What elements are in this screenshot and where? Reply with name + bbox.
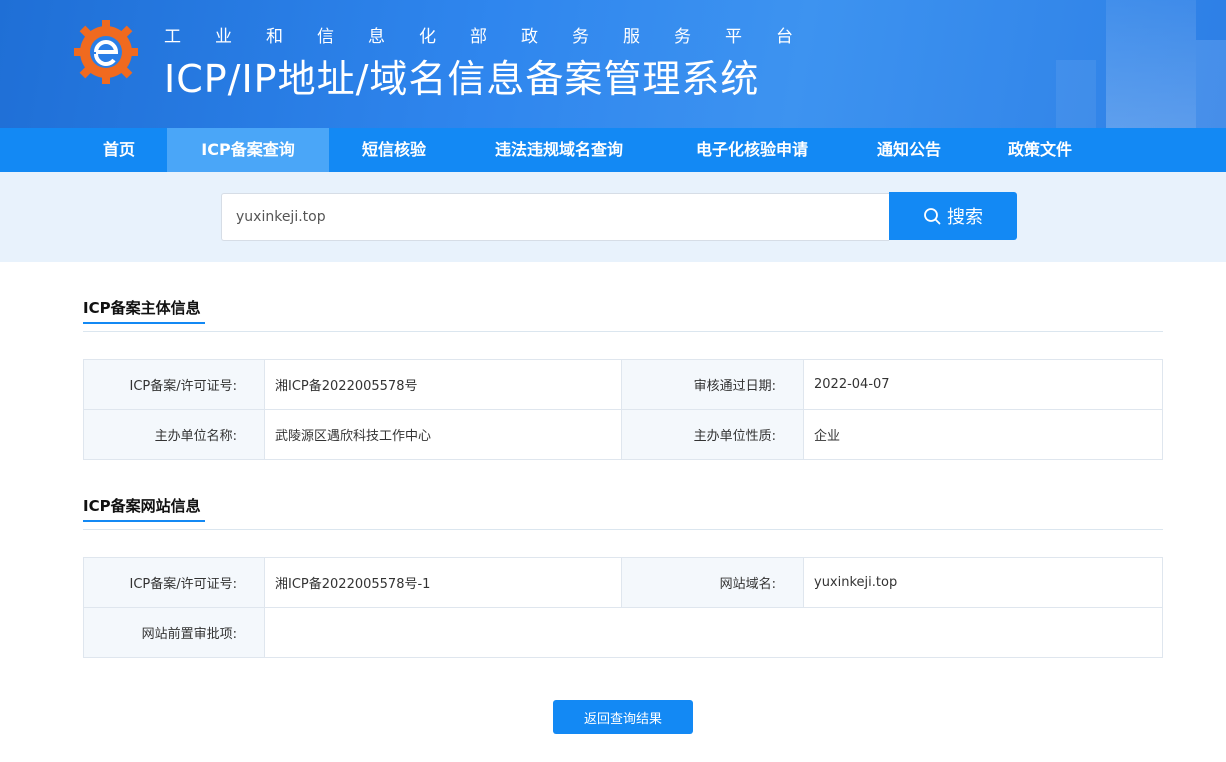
nav-item-policies[interactable]: 政策文件 <box>993 128 1087 172</box>
table-row: ICP备案/许可证号: 湘ICP备2022005578号 审核通过日期: 202… <box>83 359 1163 410</box>
banner-decoration <box>1106 0 1196 128</box>
back-to-results-button[interactable]: 返回查询结果 <box>553 700 693 734</box>
subject-info-table: ICP备案/许可证号: 湘ICP备2022005578号 审核通过日期: 202… <box>83 359 1163 460</box>
page-title: ICP/IP地址/域名信息备案管理系统 <box>164 57 760 101</box>
search-band: 搜索 <box>0 172 1226 262</box>
preapproval-label: 网站前置审批项: <box>83 607 265 658</box>
banner-decoration <box>1196 40 1226 128</box>
section-divider <box>83 331 1163 332</box>
section-divider <box>83 529 1163 530</box>
table-row: 网站前置审批项: <box>83 607 1163 658</box>
site-info-title: ICP备案网站信息 <box>83 497 201 515</box>
nav-item-icp-query[interactable]: ICP备案查询 <box>167 128 329 172</box>
search-button[interactable]: 搜索 <box>889 192 1017 240</box>
miit-logo-icon <box>74 20 138 84</box>
domain-label: 网站域名: <box>621 557 804 608</box>
license-label: ICP备案/许可证号: <box>83 359 265 410</box>
preapproval-value <box>264 607 1163 658</box>
site-license-label: ICP备案/许可证号: <box>83 557 265 608</box>
site-license-value: 湘ICP备2022005578号-1 <box>264 557 622 608</box>
table-row: ICP备案/许可证号: 湘ICP备2022005578号-1 网站域名: yux… <box>83 557 1163 608</box>
org-type-value: 企业 <box>803 409 1163 460</box>
section-underline <box>83 322 205 324</box>
domain-value: yuxinkeji.top <box>803 557 1163 608</box>
approve-date-value: 2022-04-07 <box>803 359 1163 410</box>
main-nav: 首页 ICP备案查询 短信核验 违法违规域名查询 电子化核验申请 通知公告 政策… <box>0 128 1226 172</box>
approve-date-label: 审核通过日期: <box>621 359 804 410</box>
org-name-label: 主办单位名称: <box>83 409 265 460</box>
nav-item-e-verify[interactable]: 电子化核验申请 <box>680 128 824 172</box>
table-row: 主办单位名称: 武陵源区遇欣科技工作中心 主办单位性质: 企业 <box>83 409 1163 460</box>
subject-info-title: ICP备案主体信息 <box>83 299 201 317</box>
org-name-value: 武陵源区遇欣科技工作中心 <box>264 409 622 460</box>
nav-item-notices[interactable]: 通知公告 <box>862 128 956 172</box>
nav-item-sms-verify[interactable]: 短信核验 <box>345 128 443 172</box>
search-input[interactable] <box>221 193 889 241</box>
org-type-label: 主办单位性质: <box>621 409 804 460</box>
license-value: 湘ICP备2022005578号 <box>264 359 622 410</box>
banner-decoration <box>1056 60 1096 128</box>
nav-item-home[interactable]: 首页 <box>84 128 154 172</box>
search-button-label: 搜索 <box>947 207 983 228</box>
platform-subtitle: 工业和信息化部政务服务平台 <box>164 27 827 47</box>
nav-item-illegal-domain[interactable]: 违法违规域名查询 <box>478 128 640 172</box>
search-icon <box>924 208 941 225</box>
header-banner: 工业和信息化部政务服务平台 ICP/IP地址/域名信息备案管理系统 <box>0 0 1226 128</box>
section-underline <box>83 520 205 522</box>
site-info-table: ICP备案/许可证号: 湘ICP备2022005578号-1 网站域名: yux… <box>83 557 1163 658</box>
